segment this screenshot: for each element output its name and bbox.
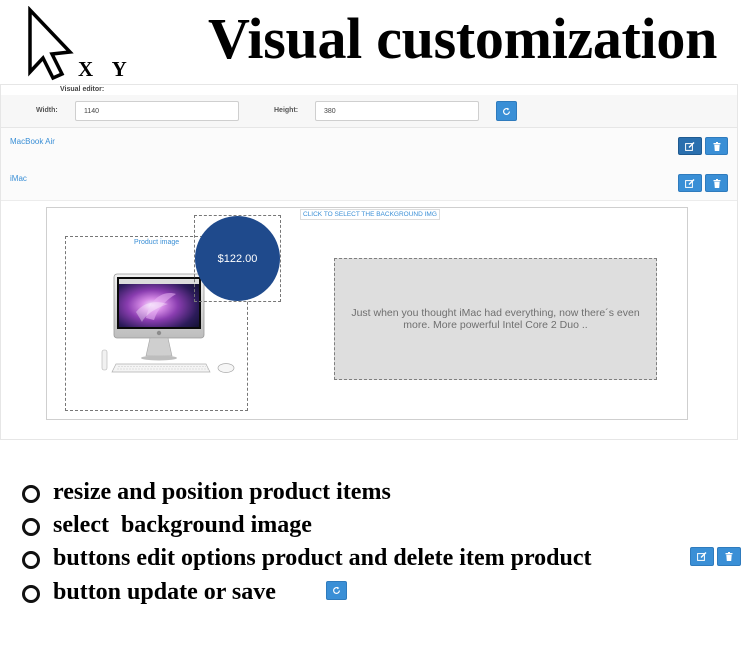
feature-item: button update or save bbox=[22, 577, 276, 607]
trash-icon bbox=[725, 552, 733, 561]
update-button[interactable] bbox=[496, 101, 517, 121]
feature-text: resize and position product items bbox=[53, 478, 391, 505]
product-description: Just when you thought iMac had everythin… bbox=[351, 307, 640, 331]
product-row bbox=[1, 164, 737, 201]
bullet-circle-icon bbox=[22, 585, 40, 603]
bullet-circle-icon bbox=[22, 551, 40, 569]
product-row bbox=[1, 128, 737, 165]
logo-letters: X Y bbox=[78, 57, 134, 81]
product-link-imac[interactable]: iMac bbox=[10, 174, 27, 183]
height-input[interactable] bbox=[315, 101, 479, 121]
product-link-macbook-air[interactable]: MacBook Air bbox=[10, 137, 55, 146]
delete-product-button[interactable] bbox=[705, 174, 728, 192]
visual-editor-label: Visual editor: bbox=[60, 86, 105, 93]
bullet-circle-icon bbox=[22, 485, 40, 503]
edit-icon bbox=[685, 141, 695, 151]
page-title: Visual customization bbox=[208, 6, 718, 71]
feature-item: select background image bbox=[22, 510, 312, 540]
description-box[interactable]: Just when you thought iMac had everythin… bbox=[334, 258, 657, 380]
width-label: Width: bbox=[36, 107, 58, 114]
feature-text: select background image bbox=[53, 511, 312, 538]
select-background-button[interactable]: CLICK TO SELECT THE BACKGROUND IMG bbox=[300, 209, 440, 220]
width-input[interactable] bbox=[75, 101, 239, 121]
refresh-icon bbox=[332, 586, 341, 595]
edit-button-sample[interactable] bbox=[690, 547, 714, 566]
price-badge: $122.00 bbox=[195, 216, 280, 301]
edit-product-button[interactable] bbox=[678, 137, 702, 155]
feature-item: resize and position product items bbox=[22, 477, 391, 507]
trash-icon bbox=[713, 178, 721, 188]
edit-product-button[interactable] bbox=[678, 174, 702, 192]
feature-text: buttons edit options product and delete … bbox=[53, 544, 592, 571]
feature-item: buttons edit options product and delete … bbox=[22, 543, 592, 573]
delete-product-button[interactable] bbox=[705, 137, 728, 155]
edit-icon bbox=[697, 552, 707, 561]
feature-text: button update or save bbox=[53, 578, 276, 605]
product-image-label: Product image bbox=[134, 239, 180, 246]
refresh-icon bbox=[502, 107, 511, 116]
delete-button-sample[interactable] bbox=[717, 547, 741, 566]
bullet-circle-icon bbox=[22, 518, 40, 536]
height-label: Height: bbox=[274, 107, 299, 114]
trash-icon bbox=[713, 141, 721, 151]
edit-icon bbox=[685, 178, 695, 188]
update-button-sample[interactable] bbox=[326, 581, 347, 600]
